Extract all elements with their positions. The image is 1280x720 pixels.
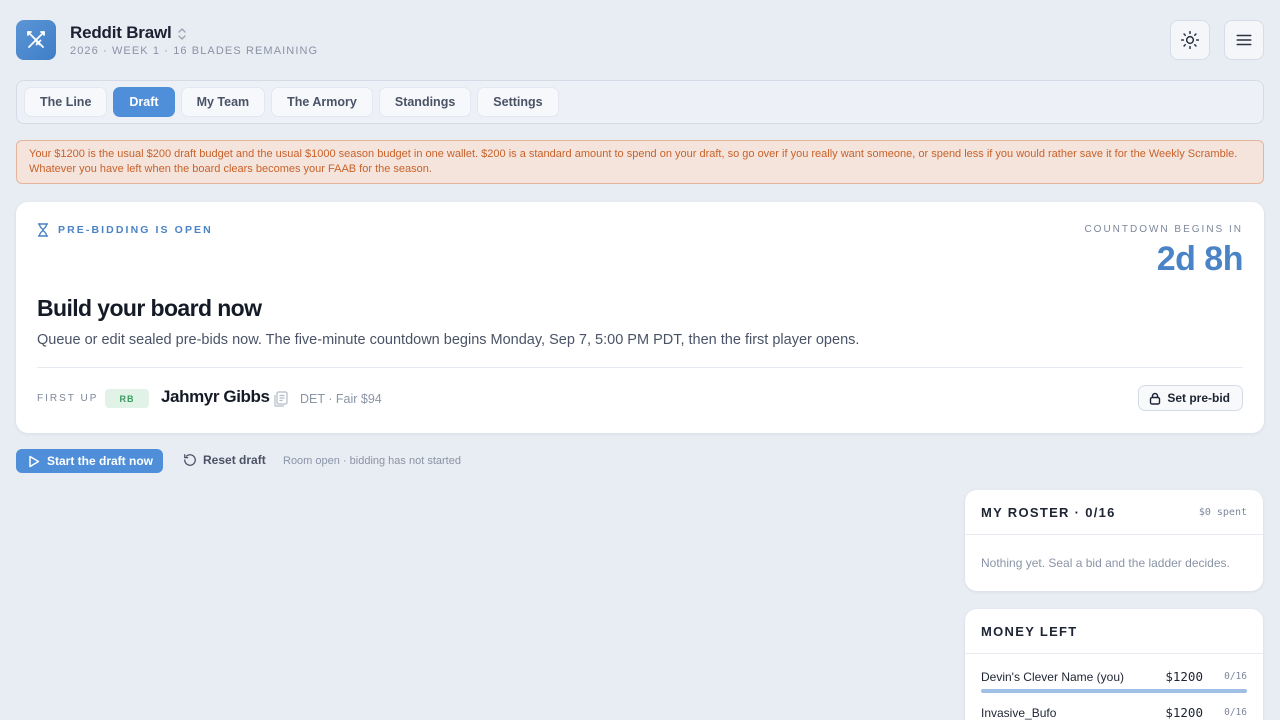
money-row: Invasive_Bufo $1200 0/16: [981, 705, 1247, 720]
card-title: Build your board now: [37, 295, 262, 321]
prebid-status-label: PRE-BIDDING IS OPEN: [58, 224, 213, 236]
set-prebid-button[interactable]: Set pre-bid: [1138, 385, 1243, 411]
app-subtitle: 2026 · WEEK 1 · 16 BLADES REMAINING: [70, 45, 319, 57]
money-divider: [965, 653, 1263, 654]
theme-toggle-button[interactable]: [1170, 20, 1210, 60]
card-divider: [37, 367, 1243, 368]
roster-divider: [965, 534, 1263, 535]
money-title: MONEY LEFT: [981, 624, 1078, 639]
money-row: Devin's Clever Name (you) $1200 0/16: [981, 669, 1247, 694]
start-draft-label: Start the draft now: [47, 454, 154, 468]
roster-title: MY ROSTER · 0/16: [981, 505, 1116, 520]
position-badge: RB: [105, 389, 149, 408]
tab-the-line[interactable]: The Line: [24, 87, 108, 117]
money-bar: [981, 689, 1247, 693]
menu-button[interactable]: [1224, 20, 1264, 60]
draft-status-card: PRE-BIDDING IS OPEN COUNTDOWN BEGINS IN …: [16, 202, 1264, 433]
set-prebid-label: Set pre-bid: [1167, 391, 1230, 405]
team-money: $1200: [1165, 669, 1203, 684]
first-up-label: FIRST UP: [37, 393, 99, 404]
team-money: $1200: [1165, 705, 1203, 720]
hamburger-menu-icon: [1236, 34, 1252, 46]
app-header: Reddit Brawl 2026 · WEEK 1 · 16 BLADES R…: [16, 20, 1264, 60]
hourglass-icon: [37, 223, 49, 237]
start-draft-button[interactable]: Start the draft now: [16, 449, 163, 473]
document-icon[interactable]: [274, 391, 288, 407]
rotate-ccw-icon: [184, 454, 196, 466]
draft-actions: Start the draft now Reset draft Room ope…: [16, 449, 716, 473]
card-description: Queue or edit sealed pre-bids now. The f…: [37, 332, 860, 348]
tab-settings[interactable]: Settings: [477, 87, 559, 117]
tab-the-armory[interactable]: The Armory: [271, 87, 373, 117]
team-roster-count: 0/16: [1224, 671, 1247, 682]
countdown-value: 2d 8h: [1156, 240, 1244, 278]
my-roster-panel: MY ROSTER · 0/16 $0 spent Nothing yet. S…: [965, 490, 1263, 591]
tab-my-team[interactable]: My Team: [180, 87, 266, 117]
player-name[interactable]: Jahmyr Gibbs: [161, 387, 270, 407]
team-name: Invasive_Bufo: [981, 706, 1057, 720]
first-up-row: FIRST UP RB Jahmyr Gibbs DET · Fair $94 …: [37, 384, 1243, 414]
countdown-label: COUNTDOWN BEGINS IN: [1084, 224, 1243, 235]
reset-draft-button[interactable]: Reset draft: [183, 453, 266, 467]
app-logo[interactable]: [16, 20, 56, 60]
lock-icon: [1150, 392, 1161, 405]
tab-draft[interactable]: Draft: [113, 87, 175, 117]
app-title: Reddit Brawl: [70, 23, 172, 42]
team-roster-count: 0/16: [1224, 707, 1247, 718]
tab-standings[interactable]: Standings: [378, 87, 472, 117]
reset-draft-label: Reset draft: [203, 453, 266, 467]
sun-icon: [1180, 30, 1200, 50]
play-icon: [29, 455, 40, 467]
money-bar-fill: [981, 689, 1247, 693]
team-name: Devin's Clever Name (you): [981, 670, 1124, 684]
main-tabs: The Line Draft My Team The Armory Standi…: [16, 80, 1264, 124]
budget-notice: Your $1200 is the usual $200 draft budge…: [16, 140, 1264, 184]
chevron-up-down-icon[interactable]: [176, 26, 188, 42]
money-left-panel: MONEY LEFT Devin's Clever Name (you) $12…: [965, 609, 1263, 720]
roster-spent: $0 spent: [1198, 507, 1247, 518]
player-meta: DET · Fair $94: [300, 392, 382, 406]
roster-empty-text: Nothing yet. Seal a bid and the ladder d…: [981, 556, 1230, 570]
crossed-swords-icon: [27, 31, 45, 48]
prebid-status: PRE-BIDDING IS OPEN: [37, 223, 213, 237]
room-status: Room open · bidding has not started: [283, 455, 461, 467]
